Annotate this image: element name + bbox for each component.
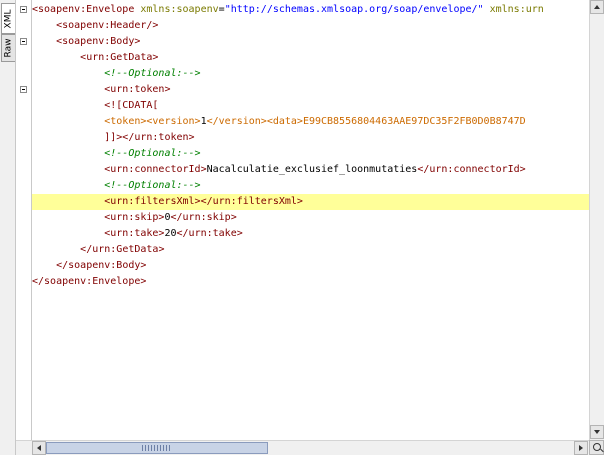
code-token: <soapenv:Header/> [56,20,159,31]
fold-collapse-icon[interactable] [20,6,27,13]
code-token: <urn:token> [104,84,171,95]
scroll-down-button[interactable] [590,425,604,439]
code-token: <urn:take> [104,228,165,239]
zoom-button[interactable] [589,440,604,455]
tab-xml[interactable]: XML [1,3,15,34]
scroll-left-button[interactable] [32,441,46,455]
code-token: xmlns:urn [483,4,544,15]
code-token: </urn:take> [176,228,243,239]
tab-raw-label: Raw [3,38,14,58]
view-tab-strip: XML Raw [0,0,16,455]
code-line[interactable]: ]]></urn:token> [32,130,589,146]
code-line[interactable]: <!--Optional:--> [32,66,589,82]
code-line[interactable]: <soapenv:Body> [32,34,589,50]
code-token: <!--Optional:--> [104,180,201,191]
code-token: </urn:connectorId> [417,164,526,175]
code-token: </version><data> [206,116,303,127]
horizontal-scroll-thumb[interactable] [46,442,268,454]
horizontal-scrollbar[interactable] [32,440,589,455]
code-line[interactable]: <urn:connectorId>Nacalculatie_exclusief_… [32,162,589,178]
code-token: <urn:connectorId> [104,164,207,175]
code-line[interactable]: <urn:take>20</urn:take> [32,226,589,242]
code-line[interactable]: </soapenv:Envelope> [32,274,589,290]
code-token: Nacalculatie_exclusief_loonmutaties [206,164,418,175]
arrow-left-icon [37,445,41,451]
code-line[interactable]: <!--Optional:--> [32,146,589,162]
code-token: <urn:filtersXml></urn:filtersXml> [104,196,303,207]
code-token: <urn:GetData> [80,52,159,63]
tab-raw[interactable]: Raw [1,34,15,62]
xml-editor[interactable]: <soapenv:Envelope xmlns:soapenv="http://… [32,0,589,440]
scroll-up-button[interactable] [590,0,604,14]
vertical-scrollbar[interactable] [589,0,604,440]
code-line[interactable]: </soapenv:Body> [32,258,589,274]
code-token: <!--Optional:--> [104,68,201,79]
code-line[interactable]: <!--Optional:--> [32,178,589,194]
code-token: </soapenv:Envelope> [32,276,147,287]
fold-gutter [16,0,32,440]
arrow-right-icon [579,445,583,451]
code-line[interactable]: <token><version>1</version><data>E99CB85… [32,114,589,130]
arrow-down-icon [594,430,600,434]
code-line[interactable]: <![CDATA[ [32,98,589,114]
code-token: </urn:GetData> [80,244,165,255]
code-token: xmlns:soapenv [140,4,219,15]
code-line[interactable]: <soapenv:Envelope xmlns:soapenv="http://… [32,2,589,18]
scroll-right-button[interactable] [574,441,588,455]
code-token: </urn:skip> [170,212,237,223]
fold-collapse-icon[interactable] [20,38,27,45]
grip-icon [142,445,172,451]
code-line[interactable]: <urn:filtersXml></urn:filtersXml> [32,194,589,210]
code-token: <soapenv:Body> [56,36,141,47]
code-token: <!--Optional:--> [104,148,201,159]
magnifier-icon [593,443,601,451]
code-token: "http://schemas.xmlsoap.org/soap/envelop… [224,4,484,15]
code-token: ]]></urn:token> [104,132,195,143]
code-token: <token><version> [104,116,201,127]
code-token: <urn:skip> [104,212,165,223]
code-line[interactable]: <soapenv:Header/> [32,18,589,34]
tab-xml-label: XML [3,9,14,28]
scrollbar-corner-left [16,440,32,455]
code-token: E99CB8556804463AAE97DC35F2FB0D0B8747D [302,116,526,127]
code-token: <![CDATA[ [104,100,159,111]
code-line[interactable]: <urn:skip>0</urn:skip> [32,210,589,226]
code-line[interactable]: <urn:GetData> [32,50,589,66]
code-line[interactable]: </urn:GetData> [32,242,589,258]
code-token: 20 [164,228,177,239]
arrow-up-icon [594,5,600,9]
code-token: </soapenv:Body> [56,260,147,271]
code-token: <soapenv:Envelope [32,4,141,15]
fold-collapse-icon[interactable] [20,86,27,93]
code-line[interactable]: <urn:token> [32,82,589,98]
